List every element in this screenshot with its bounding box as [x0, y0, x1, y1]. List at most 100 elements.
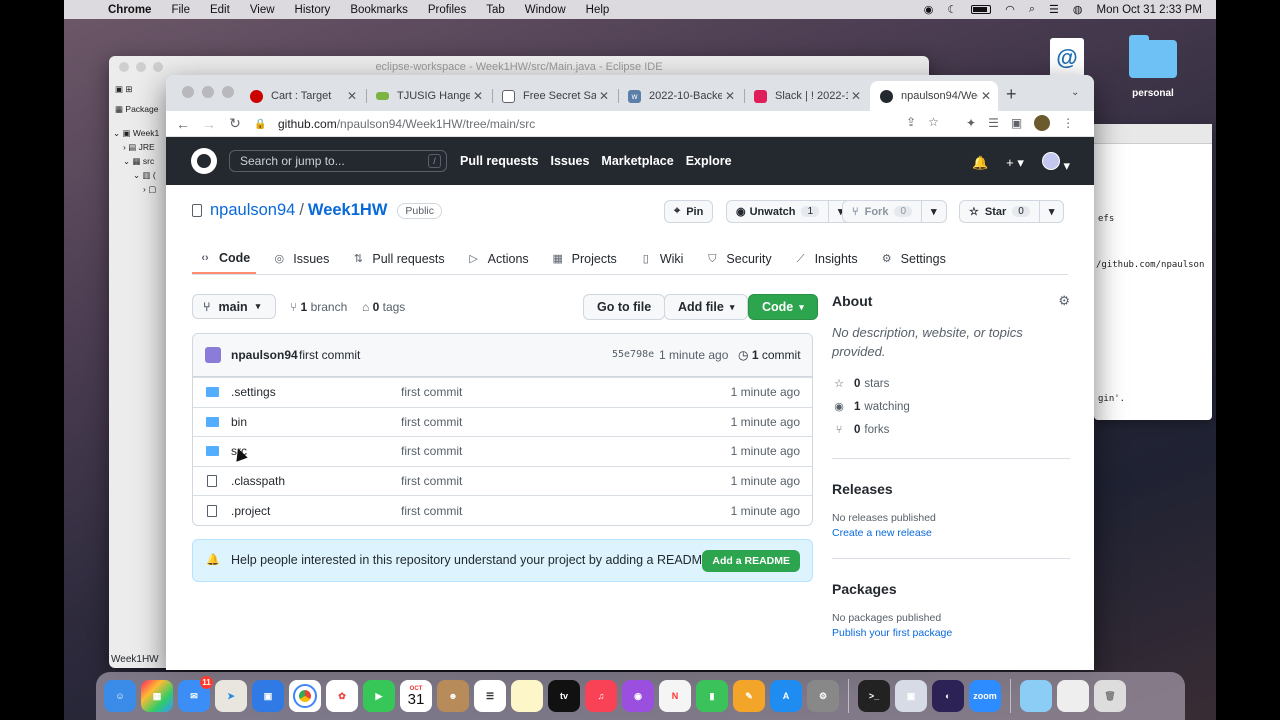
nav-explore[interactable]: Explore: [686, 154, 732, 168]
reading-list-icon[interactable]: ☰: [988, 116, 999, 130]
close-tab-icon[interactable]: ✕: [470, 89, 486, 103]
tab-settings[interactable]: ⚙ Settings: [874, 243, 952, 274]
siri-icon[interactable]: ◍: [1073, 3, 1083, 16]
battery-icon[interactable]: [971, 5, 992, 14]
branch-selector[interactable]: ⑂ main ▾: [192, 294, 276, 319]
commit-history-link[interactable]: ◷ 1 commit: [738, 348, 801, 362]
browser-tab-target[interactable]: Cart : Target ✕: [240, 81, 364, 111]
browser-tab-github[interactable]: npaulson94/Wee ✕: [870, 81, 998, 111]
trash-icon[interactable]: 🗑: [1094, 680, 1126, 712]
photos-icon[interactable]: ✿: [326, 680, 358, 712]
nav-pull-requests[interactable]: Pull requests: [460, 154, 539, 168]
user-menu[interactable]: ▾: [1041, 152, 1070, 174]
minimize-window-button[interactable]: [202, 86, 214, 98]
desktop-folder-personal[interactable]: personal: [1126, 35, 1180, 99]
menu-tab[interactable]: Tab: [486, 4, 505, 16]
add-readme-button[interactable]: Add a README: [702, 550, 800, 572]
documents-stack-icon[interactable]: [1057, 680, 1089, 712]
calendar-icon[interactable]: OCT 31: [400, 680, 432, 712]
file-name[interactable]: .classpath: [231, 474, 285, 488]
star-button[interactable]: ☆ Star 0 ▾: [959, 200, 1065, 223]
spotlight-search-icon[interactable]: ⌕: [1029, 3, 1035, 16]
tree-item-file[interactable]: › ▢: [109, 182, 167, 196]
file-commit-message[interactable]: first commit: [401, 444, 462, 458]
podcasts-icon[interactable]: ◉: [622, 680, 654, 712]
fork-button[interactable]: ⑂ Fork 0 ▾: [842, 200, 947, 223]
github-search-input[interactable]: Search or jump to... /: [229, 150, 447, 172]
close-window-button[interactable]: [182, 86, 194, 98]
close-tab-icon[interactable]: ✕: [722, 89, 738, 103]
menu-app-chrome[interactable]: Chrome: [108, 4, 151, 16]
file-row[interactable]: src first commit 1 minute ago: [193, 436, 812, 466]
close-tab-icon[interactable]: ✕: [596, 89, 612, 103]
notifications-bell-icon[interactable]: 🔔: [972, 155, 988, 171]
eclipse-icon[interactable]: ◐: [932, 680, 964, 712]
browser-tab-secret-santa[interactable]: Free Secret Sant ✕: [492, 81, 616, 111]
menu-window[interactable]: Window: [525, 4, 566, 16]
add-file-button[interactable]: Add file ▾: [664, 294, 749, 320]
zoom-icon[interactable]: zoom: [969, 680, 1001, 712]
tab-issues[interactable]: ◎ Issues: [266, 243, 335, 274]
tab-projects[interactable]: ▦ Projects: [545, 243, 623, 274]
tab-code[interactable]: ‹› Code: [192, 243, 257, 274]
watchers-link[interactable]: ◉ 1 watching: [832, 395, 1070, 418]
file-commit-message[interactable]: first commit: [401, 385, 462, 399]
downloads-folder-icon[interactable]: [1020, 680, 1052, 712]
repo-owner-link[interactable]: npaulson94: [210, 201, 295, 220]
browser-tab-slack[interactable]: Slack | ! 2022-1 ✕: [744, 81, 868, 111]
background-editor-window[interactable]: efs /github.com/npaulson gin'.: [1094, 124, 1212, 420]
create-release-link[interactable]: Create a new release: [832, 527, 1070, 539]
file-name[interactable]: bin: [231, 415, 247, 429]
file-commit-message[interactable]: first commit: [401, 415, 462, 429]
bookmark-star-icon[interactable]: ☆: [928, 115, 939, 129]
forks-link[interactable]: ⑂ 0 forks: [832, 418, 1070, 441]
focus-moon-icon[interactable]: ☾: [947, 3, 957, 16]
forward-arrow-icon[interactable]: →: [196, 116, 222, 132]
browser-tab-tjusig[interactable]: TJUSIG Hanger ✕: [366, 81, 490, 111]
publish-package-link[interactable]: Publish your first package: [832, 627, 1070, 639]
finder-icon[interactable]: ☺: [104, 680, 136, 712]
go-to-file-button[interactable]: Go to file: [583, 294, 666, 320]
new-tab-plus-icon[interactable]: +: [1006, 84, 1017, 105]
chrome-dock-icon[interactable]: [289, 680, 321, 712]
create-new-plus-icon[interactable]: + ▾: [1006, 155, 1024, 171]
chrome-menu-kebab-icon[interactable]: ⋮: [1062, 116, 1074, 130]
address-bar[interactable]: 🔒 github.com/npaulson94/Week1HW/tree/mai…: [254, 113, 962, 135]
commit-sha[interactable]: 55e798e: [612, 349, 654, 360]
package-explorer-tab[interactable]: ▦ Package: [109, 102, 167, 116]
commit-message[interactable]: first commit: [299, 348, 360, 362]
tree-item-project[interactable]: ⌄ ▣ Week1: [109, 126, 167, 140]
nav-marketplace[interactable]: Marketplace: [601, 154, 673, 168]
contacts-icon[interactable]: ☻: [437, 680, 469, 712]
notes-icon[interactable]: [511, 680, 543, 712]
menu-bookmarks[interactable]: Bookmarks: [350, 4, 408, 16]
menubar-clock[interactable]: Mon Oct 31 2:33 PM: [1097, 4, 1202, 16]
close-tab-icon[interactable]: ✕: [978, 89, 994, 103]
packages-heading[interactable]: Packages: [832, 581, 1070, 597]
close-tab-icon[interactable]: ✕: [848, 89, 864, 103]
code-clone-button[interactable]: Code ▾: [748, 294, 818, 320]
menu-profiles[interactable]: Profiles: [428, 4, 466, 16]
desktop-mail-icon[interactable]: @: [1050, 38, 1084, 78]
news-icon[interactable]: N: [659, 680, 691, 712]
app-store-icon[interactable]: A: [770, 680, 802, 712]
tab-wiki[interactable]: ▯ Wiki: [633, 243, 690, 274]
extensions-puzzle-icon[interactable]: ✦: [966, 116, 976, 130]
numbers-icon[interactable]: ▮: [696, 680, 728, 712]
file-name[interactable]: .project: [231, 504, 270, 518]
tab-pull-requests[interactable]: ⇅ Pull requests: [345, 243, 450, 274]
author-avatar[interactable]: [205, 347, 221, 363]
menu-history[interactable]: History: [295, 4, 331, 16]
tags-link[interactable]: ⌂ 0 tags: [362, 300, 405, 314]
preview-icon[interactable]: ▣: [252, 680, 284, 712]
file-row[interactable]: .classpath first commit 1 minute ago: [193, 465, 812, 496]
reminders-icon[interactable]: ☰: [474, 680, 506, 712]
maps-icon[interactable]: ➤: [215, 680, 247, 712]
zoom-window-button[interactable]: [222, 86, 234, 98]
launchpad-icon[interactable]: ▦: [141, 680, 173, 712]
wifi-icon[interactable]: ◠: [1005, 3, 1015, 16]
eclipse-toolbar-icons[interactable]: ▣ ⊞: [115, 82, 167, 96]
fork-dropdown-icon[interactable]: ▾: [921, 201, 946, 222]
commit-author[interactable]: npaulson94: [231, 348, 298, 362]
star-dropdown-icon[interactable]: ▾: [1038, 201, 1064, 222]
